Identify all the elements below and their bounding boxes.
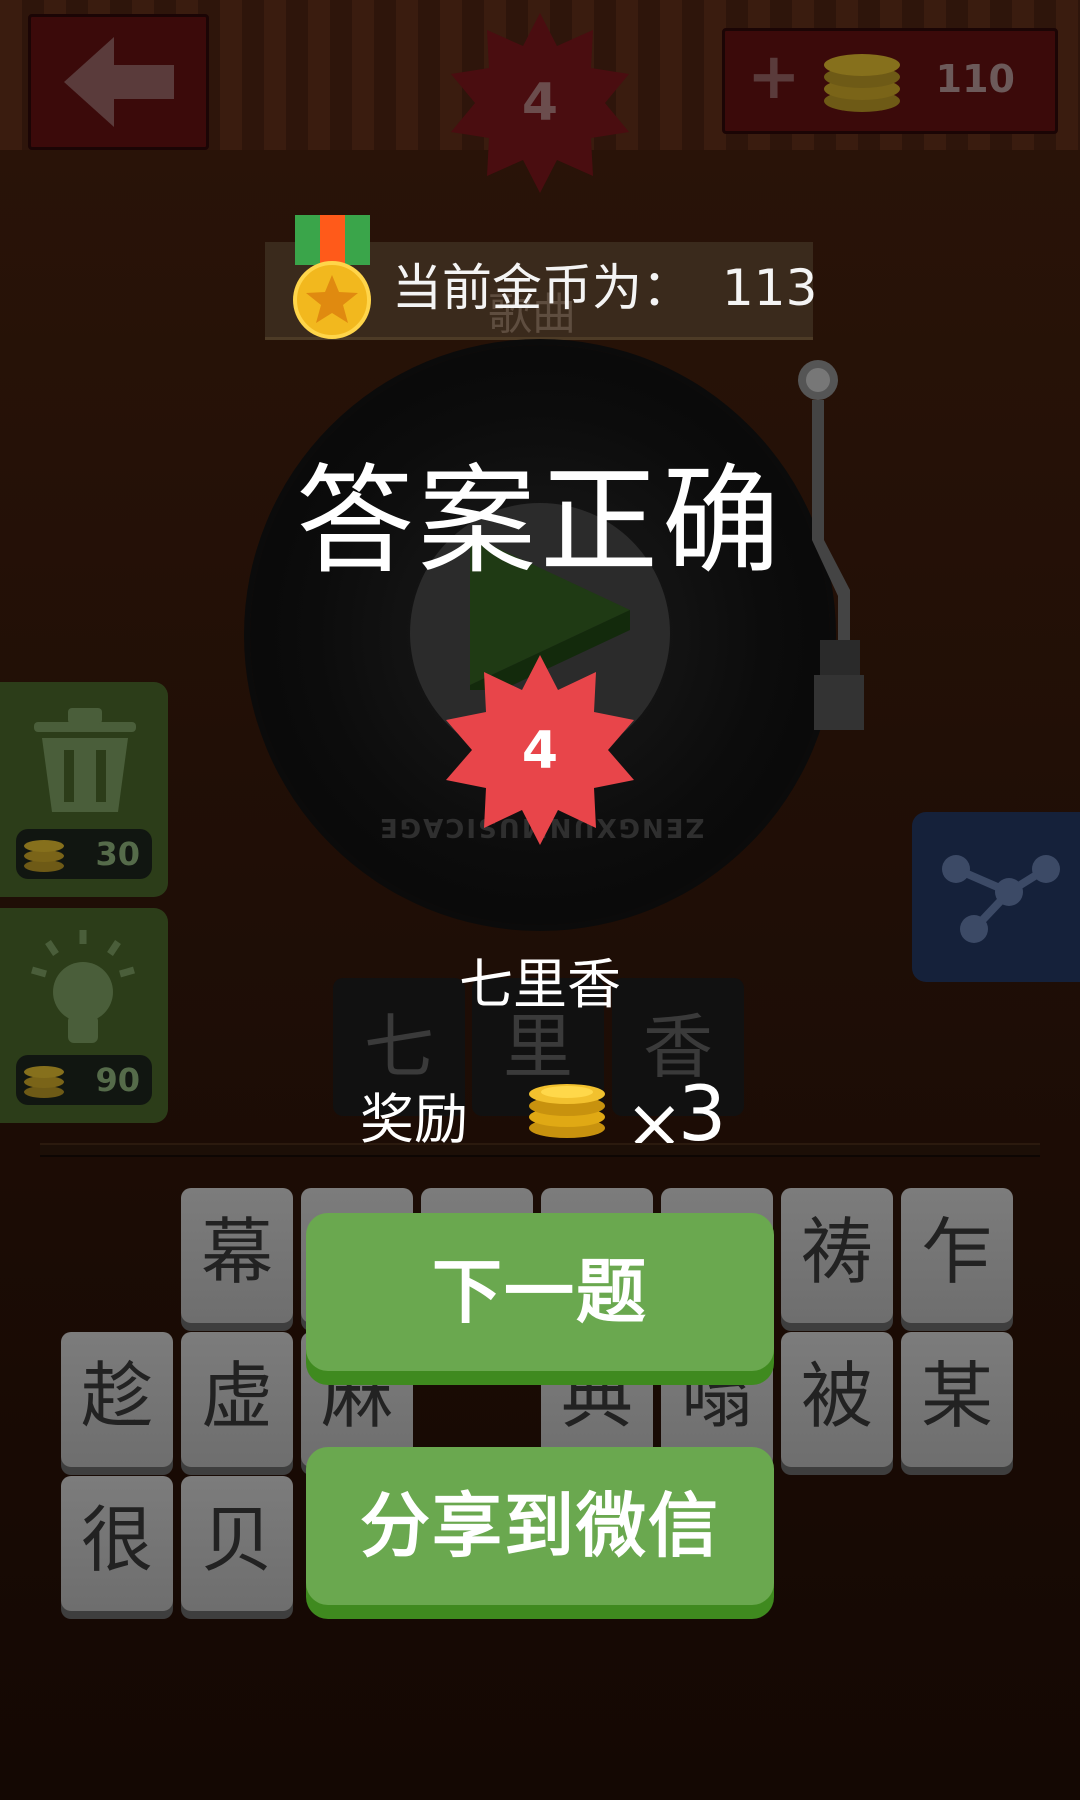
- delete-letter-button[interactable]: 30: [0, 682, 168, 897]
- song-name: 七里香: [459, 953, 621, 1016]
- divider: [40, 1143, 1040, 1157]
- letter-key[interactable]: 虚: [181, 1332, 293, 1467]
- current-coins-value: 113: [722, 259, 818, 317]
- letter-key[interactable]: 被: [781, 1332, 893, 1467]
- answer-correct-title: 答案正确: [295, 452, 784, 590]
- coin-balance-panel[interactable]: + 110: [722, 28, 1058, 134]
- add-coins-icon[interactable]: +: [747, 45, 801, 109]
- reward-label: 奖励: [360, 1088, 468, 1151]
- level-badge: 4: [440, 650, 640, 850]
- current-coins-text: 当前金币为： 113: [392, 248, 817, 320]
- letter-key[interactable]: 祷: [781, 1188, 893, 1323]
- current-coins-label: 当前金币为：: [392, 259, 692, 317]
- coin-stack-icon: [24, 1066, 64, 1098]
- back-button[interactable]: [28, 14, 209, 150]
- delete-price-tag: 30: [16, 829, 152, 879]
- level-badge-top: 4: [445, 8, 635, 198]
- delete-price: 30: [95, 835, 140, 873]
- trash-icon: [34, 708, 136, 812]
- coin-stack-icon: [824, 54, 900, 112]
- hint-price-tag: 90: [16, 1055, 152, 1105]
- star-burst-icon: 4: [446, 655, 634, 845]
- letter-key[interactable]: 某: [901, 1332, 1013, 1467]
- letter-key[interactable]: 贝: [181, 1476, 293, 1611]
- level-badge-number: 4: [522, 721, 558, 781]
- coin-stack-icon: [529, 1084, 605, 1138]
- next-question-button[interactable]: 下一题: [306, 1213, 774, 1371]
- star-burst-icon: 4: [451, 13, 629, 193]
- letter-key[interactable]: 趁: [61, 1332, 173, 1467]
- level-badge-top-number: 4: [522, 73, 558, 133]
- letter-key[interactable]: 乍: [901, 1188, 1013, 1323]
- share-icon: [942, 855, 1060, 943]
- letter-key[interactable]: 很: [61, 1476, 173, 1611]
- hint-price: 90: [95, 1061, 140, 1099]
- arrow-left-icon: [63, 37, 174, 127]
- medal-icon: [293, 215, 371, 339]
- share-wechat-button[interactable]: 分享到微信: [306, 1447, 774, 1605]
- coin-stack-icon: [24, 840, 64, 872]
- letter-key[interactable]: 幕: [181, 1188, 293, 1323]
- coin-balance-value: 110: [935, 57, 1015, 101]
